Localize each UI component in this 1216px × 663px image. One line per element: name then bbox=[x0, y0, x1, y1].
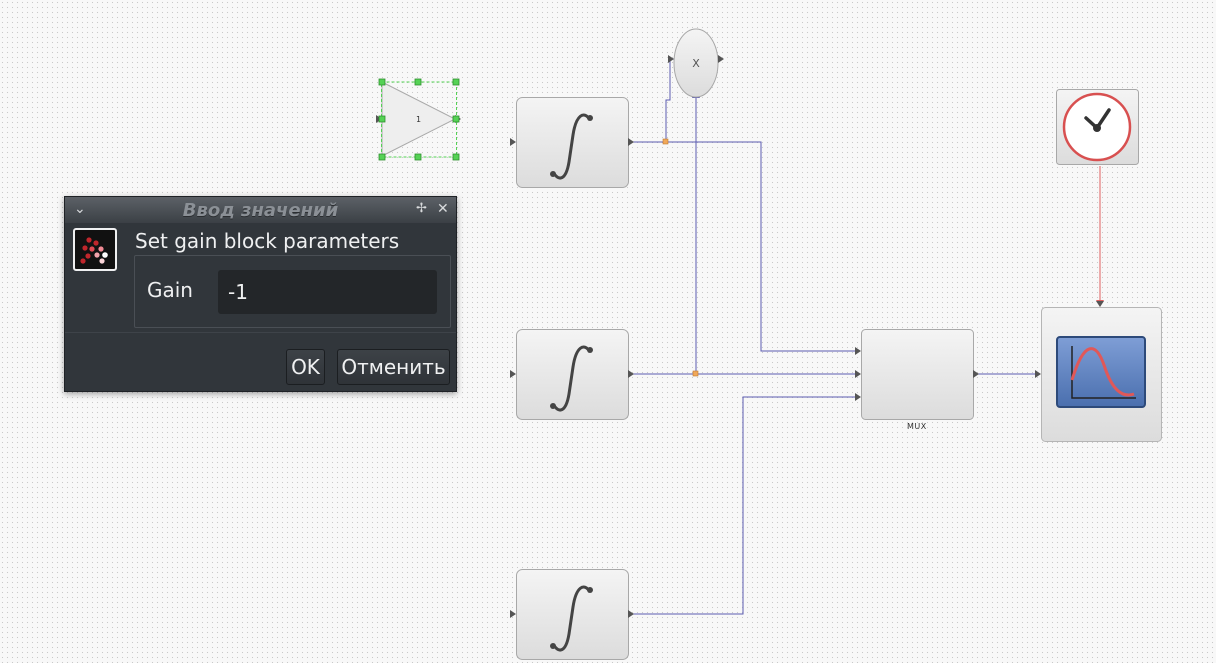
product-block[interactable]: X bbox=[668, 28, 724, 98]
dialog-heading: Set gain block parameters bbox=[135, 229, 400, 253]
resize-handle[interactable] bbox=[452, 78, 460, 86]
integrator-block-1[interactable] bbox=[510, 97, 634, 188]
dialog-title: Ввод значений bbox=[182, 200, 339, 221]
product-symbol: X bbox=[692, 57, 700, 70]
app-logo-icon bbox=[73, 228, 117, 271]
split-point[interactable] bbox=[662, 138, 669, 145]
pin-icon[interactable]: ✢ bbox=[416, 201, 427, 216]
dialog-titlebar[interactable]: ⌄ Ввод значений ✢ ✕ bbox=[65, 197, 456, 223]
ok-button[interactable]: OK bbox=[286, 349, 325, 385]
clock-block[interactable] bbox=[1056, 89, 1139, 165]
resize-handle[interactable] bbox=[414, 78, 422, 86]
resize-handle[interactable] bbox=[452, 153, 460, 161]
mux-label: MUX bbox=[907, 422, 927, 431]
cancel-button[interactable]: Отменить bbox=[337, 349, 450, 385]
scope-block[interactable] bbox=[1035, 301, 1162, 442]
mux-block[interactable] bbox=[855, 329, 979, 420]
resize-handle[interactable] bbox=[452, 115, 460, 123]
integrator-block-2[interactable] bbox=[510, 329, 634, 420]
dialog-separator bbox=[65, 332, 456, 333]
scope-icon bbox=[1056, 336, 1146, 408]
gain-label: Gain bbox=[147, 278, 193, 302]
parameters-group: Gain bbox=[134, 255, 451, 328]
gain-block-value: 1 bbox=[416, 115, 421, 124]
resize-handle[interactable] bbox=[414, 153, 422, 161]
gain-parameters-dialog: ⌄ Ввод значений ✢ ✕ Set gain block param… bbox=[64, 196, 457, 392]
split-point[interactable] bbox=[692, 370, 699, 377]
resize-handle[interactable] bbox=[378, 78, 386, 86]
resize-handle[interactable] bbox=[378, 153, 386, 161]
integrator-block-3[interactable] bbox=[510, 569, 634, 660]
gain-block[interactable]: 1 bbox=[376, 78, 461, 161]
resize-handle[interactable] bbox=[378, 115, 386, 123]
close-icon[interactable]: ✕ bbox=[437, 201, 449, 217]
gain-input[interactable] bbox=[218, 270, 437, 314]
signal-links[interactable] bbox=[630, 58, 1038, 615]
